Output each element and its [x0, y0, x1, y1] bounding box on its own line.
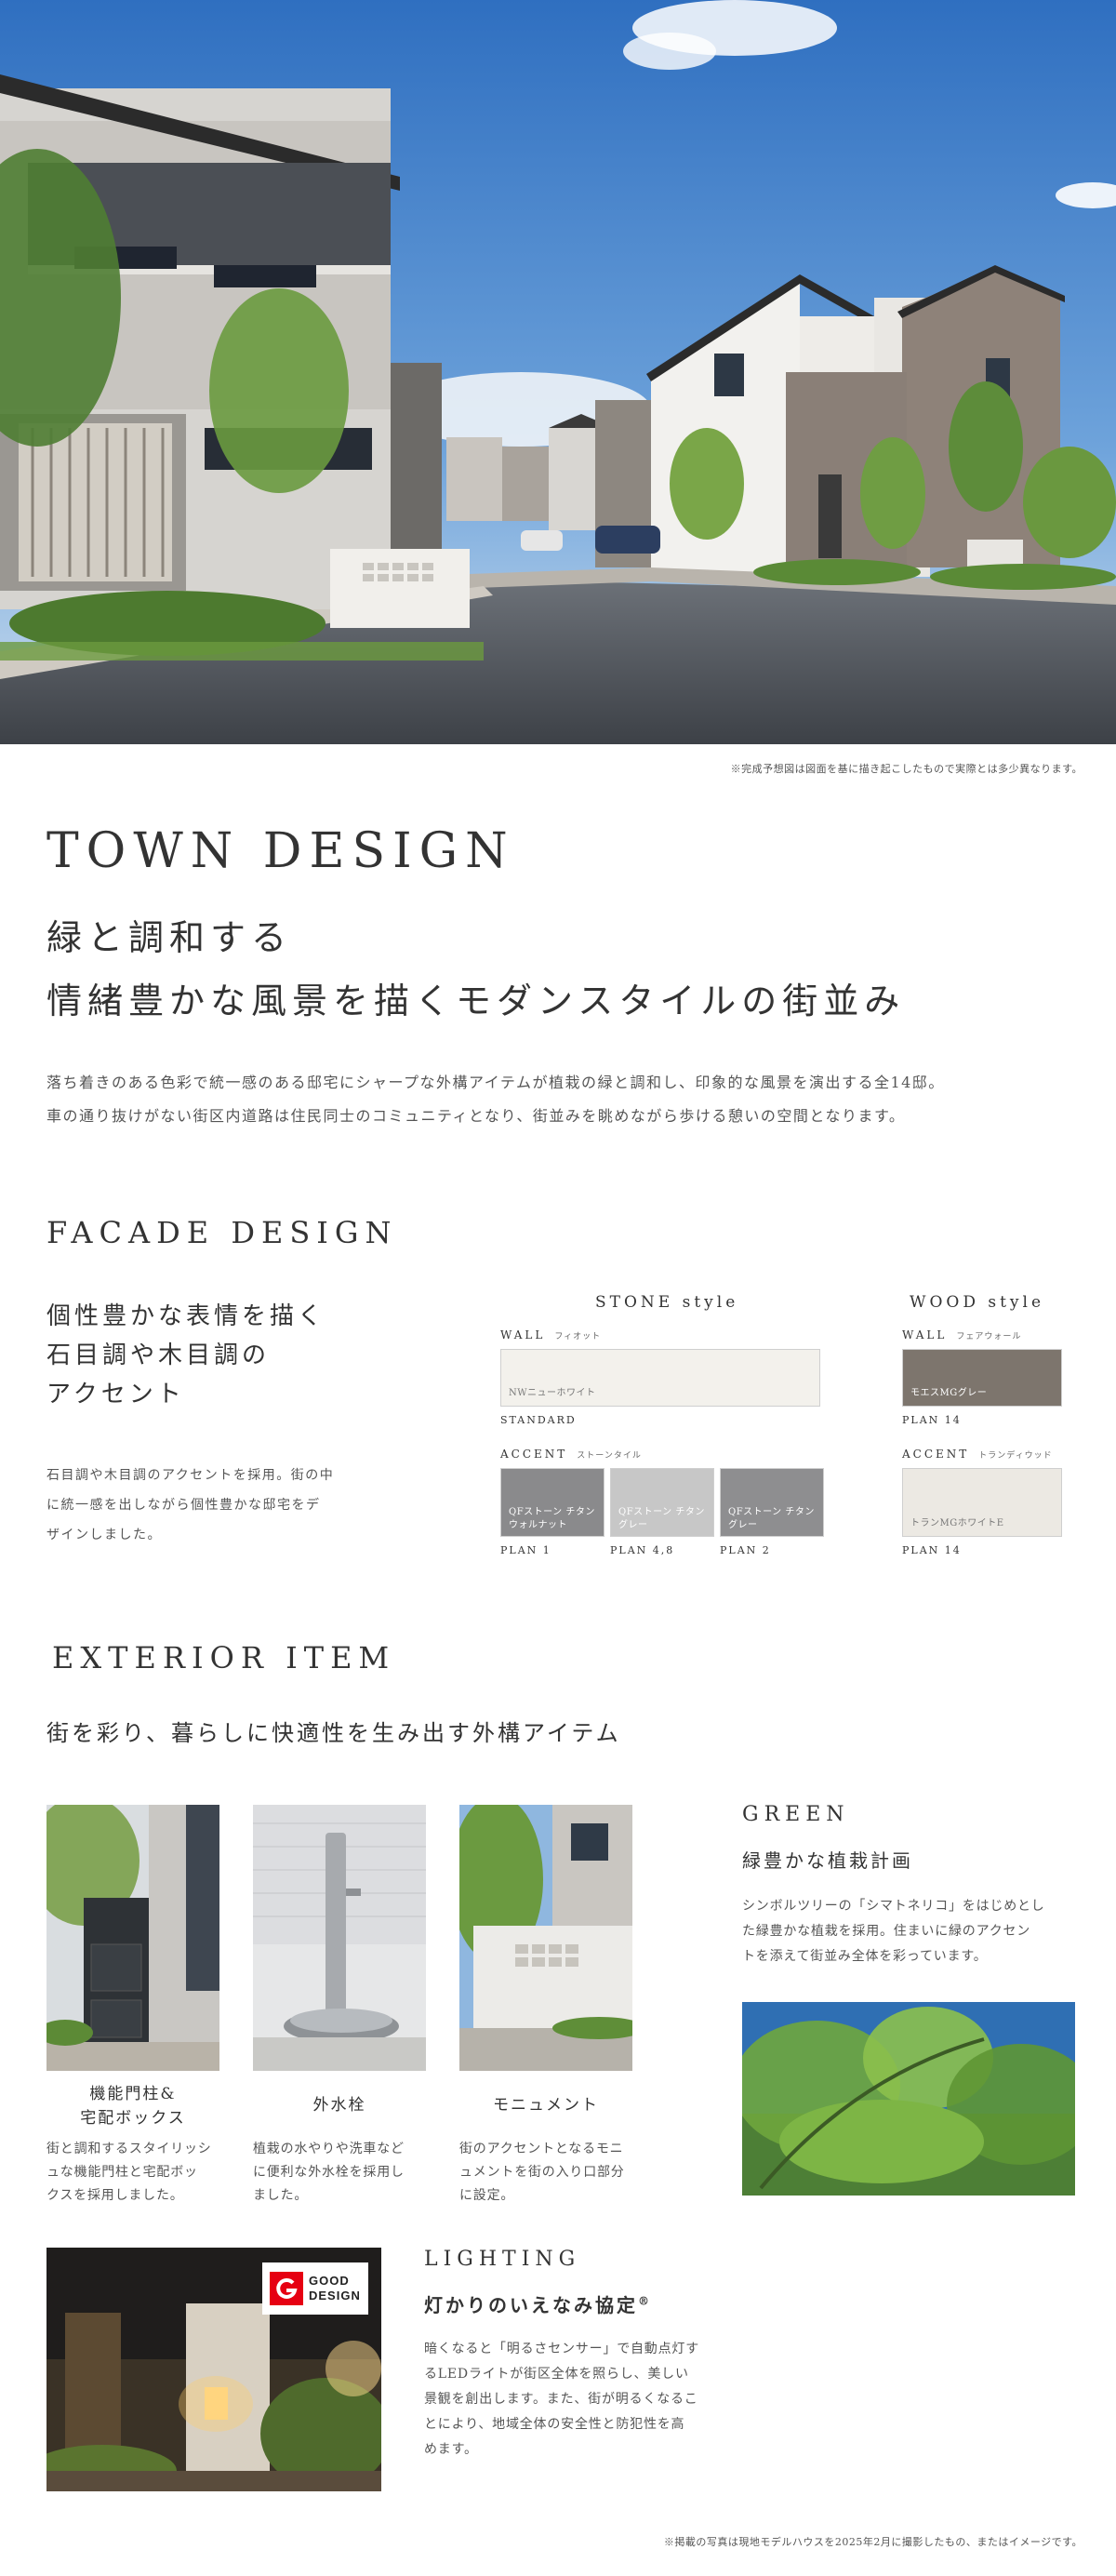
stone-accent-plan: PLAN 2 [720, 1544, 771, 1556]
wood-wall-swatch: モエスMGグレー [902, 1349, 1062, 1407]
facade-subheading-line2: 石目調や木目調の [46, 1341, 271, 1369]
wood-wall-swatch-name: モエスMGグレー [910, 1388, 988, 1398]
green-heading: GREEN [742, 1803, 850, 1826]
stone-accent-plan: PLAN 4,8 [610, 1544, 675, 1556]
wood-accent-plan: PLAN 14 [902, 1544, 962, 1556]
stone-wall-swatch: NWニューホワイト [500, 1349, 820, 1407]
good-design-g-mark-icon [270, 2272, 303, 2305]
facade-body-line2: に統一感を出しながら個性豊かな邸宅をデ [46, 1498, 321, 1513]
monument-photo [459, 1805, 632, 2071]
wood-wall-plan: PLAN 14 [902, 1414, 962, 1426]
stone-accent-plan: PLAN 1 [500, 1544, 551, 1556]
footer-note: ※掲載の写真は現地モデルハウスを2025年2月に撮影したもの、またはイメージです… [663, 2536, 1083, 2548]
stone-style-title: STONE style [595, 1293, 739, 1312]
town-design-heading: TOWN DESIGN [46, 823, 515, 879]
wood-accent-label: ACCENT トランディウッド [902, 1448, 1053, 1461]
good-design-badge-text: GOOD DESIGN [309, 2274, 361, 2302]
town-design-body-line2: 車の通り抜けがない街区内道路は住民同士のコミュニティとなり、街並みを眺めながら歩… [46, 1107, 906, 1125]
facade-body-line3: ザインしました。 [46, 1528, 162, 1542]
gate-post-desc: 街と調和するスタイリッシ ュな機能門柱と宅配ボッ クスを採用しました。 [46, 2142, 212, 2203]
town-design-subheading-line1: 緑と調和する [46, 917, 293, 958]
hero-caption: ※完成予想図は図面を基に描き起こしたもので実際とは多少異なります。 [730, 763, 1083, 775]
exterior-item-subheading: 街を彩り、暮らしに快適性を生み出す外構アイテム [46, 1720, 621, 1746]
wood-wall-label: WALL フェアウォール [902, 1328, 1022, 1341]
faucet-desc: 植栽の水やりや洗車など に便利な外水栓を採用し ました。 [253, 2142, 405, 2203]
wood-accent-swatch: トランMGホワイトE [902, 1468, 1062, 1537]
gate-post-title: 機能門柱& 宅配ボックス [80, 2085, 186, 2128]
lighting-body: 暗くなると「明るさセンサー」で自動点灯す るLEDライトが街区全体を照らし、美し… [424, 2342, 699, 2457]
wood-accent-swatch-name: トランMGホワイトE [910, 1518, 1004, 1528]
hero-image [0, 0, 1116, 744]
monument-desc: 街のアクセントとなるモニ ュメントを街の入り口部分 に設定。 [459, 2142, 625, 2203]
green-body: シンボルツリーの「シマトネリコ」をはじめとし た緑豊かな植栽を採用。住まいに緑の… [742, 1899, 1045, 1964]
gate-post-delivery-box-photo [46, 1805, 219, 2071]
wood-style-title: WOOD style [910, 1293, 1045, 1312]
facade-subheading-line1: 個性豊かな表情を描く [46, 1302, 326, 1330]
town-rendering-image [0, 0, 1116, 744]
stone-accent-swatch: QFストーン チタン ウォルナット [500, 1468, 604, 1537]
town-design-body-line1: 落ち着きのある色彩で統一感のある邸宅にシャープな外構アイテムが植栽の緑と調和し、… [46, 1074, 945, 1091]
facade-subheading-line3: アクセント [46, 1381, 185, 1408]
greenery-photo [742, 2002, 1075, 2196]
exterior-item-heading: EXTERIOR ITEM [52, 1640, 396, 1675]
stone-accent-label: ACCENT ストーンタイル [500, 1448, 642, 1461]
good-design-badge: GOOD DESIGN [262, 2262, 368, 2315]
lighting-subheading: 灯かりのいえなみ協定® [424, 2294, 652, 2316]
facade-design-heading: FACADE DESIGN [46, 1215, 398, 1250]
monument-title: モニュメント [493, 2096, 599, 2115]
lighting-heading: LIGHTING [424, 2248, 581, 2271]
green-subheading: 緑豊かな植栽計画 [742, 1849, 913, 1872]
stone-accent-swatch: QFストーン チタン グレー [720, 1468, 824, 1537]
stone-wall-plan: STANDARD [500, 1414, 577, 1426]
town-design-subheading-line2: 情緒豊かな風景を描くモダンスタイルの街並み [46, 981, 906, 1021]
faucet-title: 外水栓 [312, 2096, 366, 2115]
stone-accent-swatch: QFストーン チタン グレー [610, 1468, 714, 1537]
stone-wall-swatch-name: NWニューホワイト [509, 1388, 596, 1398]
outdoor-faucet-photo [253, 1805, 426, 2071]
facade-body-line1: 石目調や木目調のアクセントを採用。街の中 [46, 1468, 335, 1483]
stone-wall-label: WALL フィオット [500, 1328, 602, 1341]
